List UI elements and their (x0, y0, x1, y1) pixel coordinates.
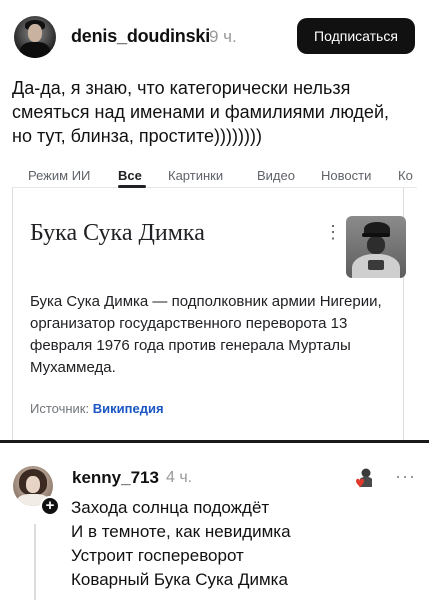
subscribe-button[interactable]: Подписаться (297, 18, 415, 54)
description-line: организатор государственного переворота … (30, 315, 348, 332)
search-tabs: Режим ИИ Все Картинки Видео Новости Ко (12, 152, 417, 188)
post-timestamp: 9 ч. (209, 27, 237, 46)
source-label: Источник: (30, 401, 90, 416)
avatar-body-shape (20, 42, 50, 58)
tab-ai-mode[interactable]: Режим ИИ (28, 168, 90, 183)
search-result-screenshot[interactable]: Режим ИИ Все Картинки Видео Новости Ко Б… (12, 152, 417, 440)
knowledge-panel-title[interactable]: Бука Сука Димка (30, 220, 205, 247)
post-text: Да-да, я знаю, что категорически нельзя … (12, 76, 422, 148)
post-text-line: но тут, блинза, простите)))))))) (12, 126, 262, 146)
comment-text-line: И в темноте, как невидимка (71, 522, 291, 541)
tab-images[interactable]: Картинки (168, 168, 223, 183)
person-photo[interactable] (346, 216, 406, 278)
post-text-line: смеяться над именами и фамилиями людей, (12, 102, 389, 122)
description-line: Мухаммеда. (30, 359, 116, 376)
knowledge-panel-source: Источник: Википедия (30, 401, 164, 416)
more-options-icon[interactable]: ··· (395, 466, 416, 487)
avatar-face-shape (28, 24, 42, 42)
kebab-menu-icon[interactable]: ⋮ (324, 222, 342, 243)
comment-timestamp: 4 ч. (166, 469, 193, 486)
knowledge-panel: Бука Сука Димка ⋮ Бука Сука Димка — подп… (12, 188, 406, 440)
reaction-icon[interactable] (352, 467, 376, 491)
comment-text-line: Захода солнца подождёт (71, 498, 270, 517)
post-text-line: Да-да, я знаю, что категорически нельзя (12, 78, 351, 98)
avatar-face-shape (26, 476, 40, 493)
post-author-avatar[interactable] (14, 16, 56, 58)
description-line: февраля 1976 года против генерала Муртал… (30, 337, 351, 354)
comment-text: Захода солнца подождёт И в темноте, как … (71, 496, 291, 592)
tab-news[interactable]: Новости (321, 168, 371, 183)
comment-author-username[interactable]: kenny_713 (72, 468, 159, 488)
post-header: denis_doudinski 9 ч. Подписаться (0, 0, 429, 72)
post-divider (0, 440, 429, 443)
photo-head-shape (367, 236, 385, 254)
follow-plus-icon[interactable]: + (40, 496, 60, 516)
photo-visor-shape (362, 233, 390, 237)
knowledge-panel-description: Бука Сука Димка — подполковник армии Ниг… (30, 291, 400, 379)
tab-all[interactable]: Все (118, 168, 142, 183)
thread-line (34, 524, 36, 600)
comment-text-line: Коварный Бука Сука Димка (71, 570, 288, 589)
post-author-username[interactable]: denis_doudinski (71, 26, 210, 47)
tab-videos[interactable]: Видео (257, 168, 295, 183)
description-line: Бука Сука Димка — подполковник армии Ниг… (30, 293, 382, 310)
source-link[interactable]: Википедия (93, 401, 164, 416)
tab-more[interactable]: Ко (398, 168, 413, 183)
photo-chest-shape (368, 260, 384, 270)
comment-text-line: Устроит госпереворот (71, 546, 244, 565)
